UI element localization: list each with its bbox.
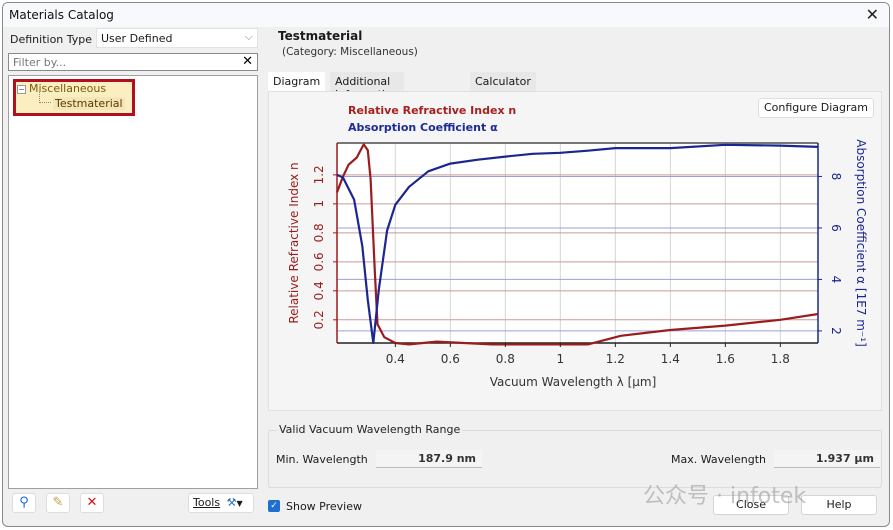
show-preview-checkbox[interactable]: ✓	[268, 500, 280, 512]
y-tick-label: 0.6	[312, 252, 326, 271]
y2-tick-label: 4	[829, 276, 843, 284]
x-tick-label: 1.4	[661, 352, 680, 366]
y-tick-label: 0.4	[312, 281, 326, 300]
x-tick-label: 0.6	[441, 352, 460, 366]
y-ticks: 0.2 0.4 0.6 0.8 1 1.2	[312, 165, 337, 329]
y2-tick-label: 6	[829, 224, 843, 232]
x-tick-label: 0.8	[496, 352, 515, 366]
y-tick-label: 1	[312, 200, 326, 208]
x-ticks: 0.4 0.6 0.8 1 1.2 1.4 1.6 1.8	[386, 343, 790, 366]
min-wavelength-value: 187.9 nm	[376, 450, 482, 468]
range-title: Valid Vacuum Wavelength Range	[277, 423, 463, 436]
y2-ticks: 2 4 6 8	[818, 173, 843, 335]
help-button[interactable]: Help	[801, 495, 877, 515]
max-wavelength-value: 1.937 μm	[774, 450, 880, 468]
watermark: 公众号 · infotek	[643, 484, 807, 509]
y-tick-label: 1.2	[312, 165, 326, 184]
y-tick-label: 0.2	[312, 310, 326, 329]
x-tick-label: 1.2	[606, 352, 625, 366]
y2-axis-label: Absorption Coefficient α [1E7 m⁻¹]	[854, 139, 868, 347]
y-tick-label: 0.8	[312, 223, 326, 242]
max-wavelength-label: Max. Wavelength	[671, 453, 766, 466]
x-tick-label: 1	[557, 352, 565, 366]
y2-tick-label: 2	[829, 327, 843, 335]
x-tick-label: 0.4	[386, 352, 405, 366]
min-wavelength-label: Min. Wavelength	[276, 453, 368, 466]
plot-area	[337, 143, 818, 343]
x-tick-label: 1.8	[771, 352, 790, 366]
x-tick-label: 1.6	[716, 352, 735, 366]
show-preview-label: Show Preview	[286, 500, 362, 513]
x-axis-label: Vacuum Wavelength λ [μm]	[490, 375, 657, 389]
y-axis-label: Relative Refractive Index n	[287, 162, 301, 323]
y2-tick-label: 8	[829, 173, 843, 181]
